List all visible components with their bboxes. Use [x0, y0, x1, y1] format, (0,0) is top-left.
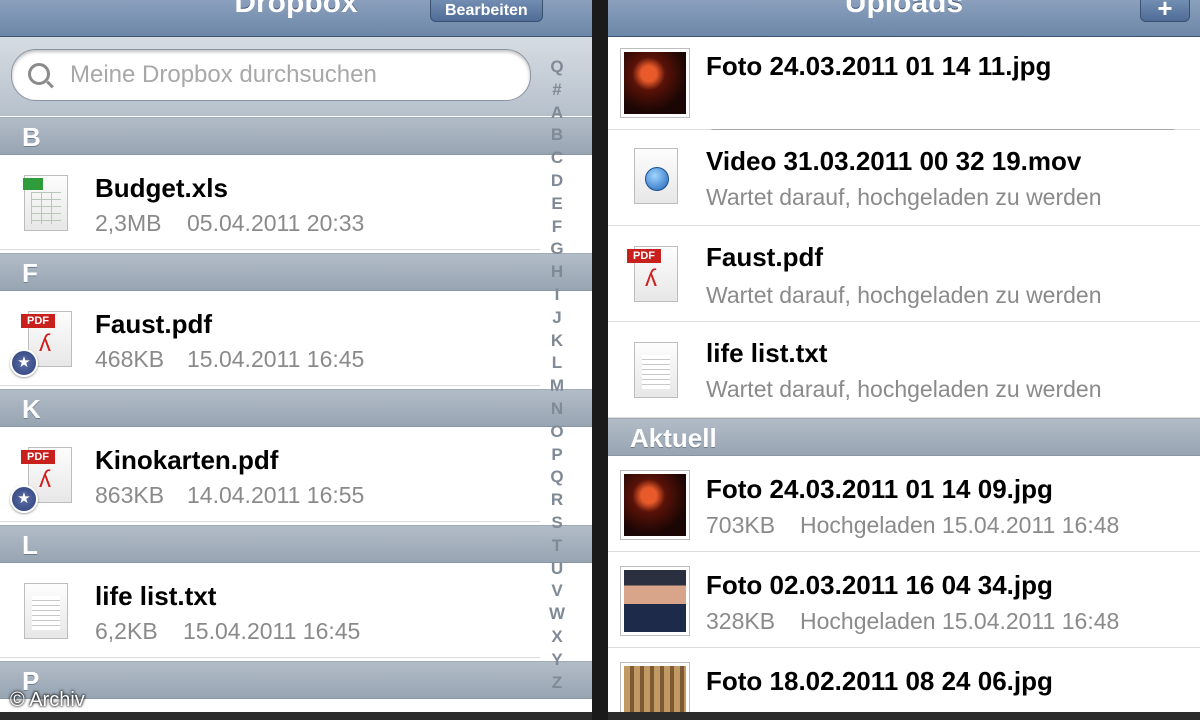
favorite-star-icon: ★ — [10, 349, 38, 377]
file-size: 863KB — [95, 482, 165, 508]
uploads-screen: Uploads + Foto 24.03.2011 01 14 11.jpg V… — [608, 0, 1200, 720]
index-letter[interactable]: S — [541, 512, 573, 535]
index-letter[interactable]: B — [541, 124, 573, 147]
bottom-strip — [608, 712, 1200, 720]
file-date: 15.04.2011 16:45 — [183, 618, 361, 644]
file-name: Foto 24.03.2011 01 14 11.jpg — [706, 51, 1052, 81]
file-size: 2,3MB — [95, 210, 162, 236]
index-letter[interactable]: C — [541, 147, 573, 170]
search-icon — [28, 63, 50, 85]
index-letter[interactable]: A — [541, 102, 573, 125]
index-letter[interactable]: Y — [541, 649, 573, 672]
file-size: 328KB — [706, 608, 776, 634]
nav-title: Uploads — [844, 0, 964, 19]
section-header-k: K — [0, 389, 592, 427]
index-letter[interactable]: F — [541, 216, 573, 239]
section-header-f: F — [0, 253, 592, 291]
section-header-b: B — [0, 117, 592, 155]
index-letter[interactable]: I — [541, 284, 573, 307]
edit-button[interactable]: Bearbeiten — [430, 0, 543, 22]
bottom-strip — [0, 712, 592, 720]
index-letter[interactable]: K — [541, 330, 573, 353]
file-row-kinokarten[interactable]: PDF ʎ ★ Kinokarten.pdf 863KB 14.04.2011 1… — [0, 427, 540, 522]
index-letter[interactable]: T — [541, 535, 573, 558]
file-name: Faust.pdf — [706, 242, 823, 272]
index-letter[interactable]: Z — [541, 672, 573, 695]
index-letter[interactable]: P — [541, 444, 573, 467]
add-upload-button[interactable]: + — [1140, 0, 1190, 23]
search-bar — [0, 37, 592, 116]
txt-file-icon — [634, 342, 678, 398]
file-name: Foto 02.03.2011 16 04 34.jpg — [706, 570, 1053, 600]
index-letter[interactable]: N — [541, 398, 573, 421]
index-search-icon[interactable]: Q — [541, 56, 573, 79]
photo-thumbnail — [620, 470, 690, 540]
file-name: Faust.pdf — [95, 309, 212, 339]
upload-row-in-progress[interactable]: Foto 24.03.2011 01 14 11.jpg — [608, 37, 1200, 145]
file-name: Foto 24.03.2011 01 14 09.jpg — [706, 474, 1053, 504]
file-size: 6,2KB — [95, 618, 158, 644]
index-letter[interactable]: D — [541, 170, 573, 193]
file-name: life list.txt — [95, 581, 217, 611]
index-letter[interactable]: W — [541, 603, 573, 626]
recent-row[interactable]: Foto 18.02.2011 08 24 06.jpg — [608, 648, 1200, 720]
index-letter[interactable]: E — [541, 193, 573, 216]
file-name: Budget.xls — [95, 173, 228, 203]
upload-row-video[interactable]: Video 31.03.2011 00 32 19.mov Wartet dar… — [608, 130, 1200, 226]
upload-status: Hochgeladen 15.04.2011 16:48 — [800, 608, 1120, 634]
section-index-bar[interactable]: Q # A B C D E F G H I J K L M N O P Q R S T U V W X Y Z — [541, 56, 573, 694]
index-letter[interactable]: H — [541, 261, 573, 284]
index-letter[interactable]: V — [541, 580, 573, 603]
recent-row[interactable]: Foto 24.03.2011 01 14 09.jpg 703KB Hochg… — [608, 456, 1200, 552]
index-letter[interactable]: R — [541, 489, 573, 512]
file-date: 15.04.2011 16:45 — [187, 346, 365, 372]
upload-status: Wartet darauf, hochgeladen zu werden — [706, 184, 1102, 210]
section-header-p: P — [0, 661, 592, 699]
file-name: Kinokarten.pdf — [95, 445, 279, 475]
index-letter[interactable]: X — [541, 626, 573, 649]
file-row-faust[interactable]: PDF ʎ ★ Faust.pdf 468KB 15.04.2011 16:45 — [0, 291, 540, 386]
upload-status: Wartet darauf, hochgeladen zu werden — [706, 282, 1102, 308]
pdf-file-icon: PDF ʎ — [627, 246, 678, 302]
file-name: life list.txt — [706, 338, 828, 368]
index-letter[interactable]: Q — [541, 466, 573, 489]
upload-row-life-list[interactable]: life list.txt Wartet darauf, hochgeladen… — [608, 322, 1200, 418]
image-credit: © Archiv — [10, 689, 85, 711]
search-field[interactable] — [11, 49, 531, 101]
upload-status: Hochgeladen 15.04.2011 16:48 — [800, 512, 1120, 538]
file-row-budget[interactable]: Budget.xls 2,3MB 05.04.2011 20:33 — [0, 155, 540, 250]
dropbox-screen: Dropbox Bearbeiten B Budget.xls 2,3MB 05… — [0, 0, 592, 720]
index-letter[interactable]: G — [541, 238, 573, 261]
upload-row-faust[interactable]: PDF ʎ Faust.pdf Wartet darauf, hochgelade… — [608, 226, 1200, 322]
upload-status: Wartet darauf, hochgeladen zu werden — [706, 376, 1102, 402]
index-letter[interactable]: U — [541, 558, 573, 581]
favorite-star-icon: ★ — [10, 485, 38, 513]
index-letter[interactable]: J — [541, 307, 573, 330]
file-row-life-list[interactable]: life list.txt 6,2KB 15.04.2011 16:45 — [0, 563, 540, 658]
index-letter[interactable]: # — [541, 79, 573, 102]
txt-file-icon — [24, 583, 68, 639]
search-input[interactable] — [68, 56, 512, 94]
index-letter[interactable]: O — [541, 421, 573, 444]
file-size: 468KB — [95, 346, 165, 372]
xls-file-icon — [23, 175, 68, 231]
file-size: 703KB — [706, 512, 776, 538]
file-date: 05.04.2011 20:33 — [187, 210, 365, 236]
quicktime-file-icon — [634, 148, 678, 204]
file-name: Foto 18.02.2011 08 24 06.jpg — [706, 666, 1053, 696]
index-letter[interactable]: M — [541, 375, 573, 398]
file-date: 14.04.2011 16:55 — [187, 482, 365, 508]
section-header-aktuell: Aktuell — [608, 418, 1200, 456]
navigation-bar: Dropbox Bearbeiten — [0, 0, 592, 37]
photo-thumbnail — [620, 566, 690, 636]
photo-thumbnail — [620, 48, 690, 118]
index-letter[interactable]: L — [541, 352, 573, 375]
file-name: Video 31.03.2011 00 32 19.mov — [706, 146, 1082, 176]
recent-row[interactable]: Foto 02.03.2011 16 04 34.jpg 328KB Hochg… — [608, 552, 1200, 648]
navigation-bar: Uploads + — [608, 0, 1200, 37]
section-header-l: L — [0, 525, 592, 563]
